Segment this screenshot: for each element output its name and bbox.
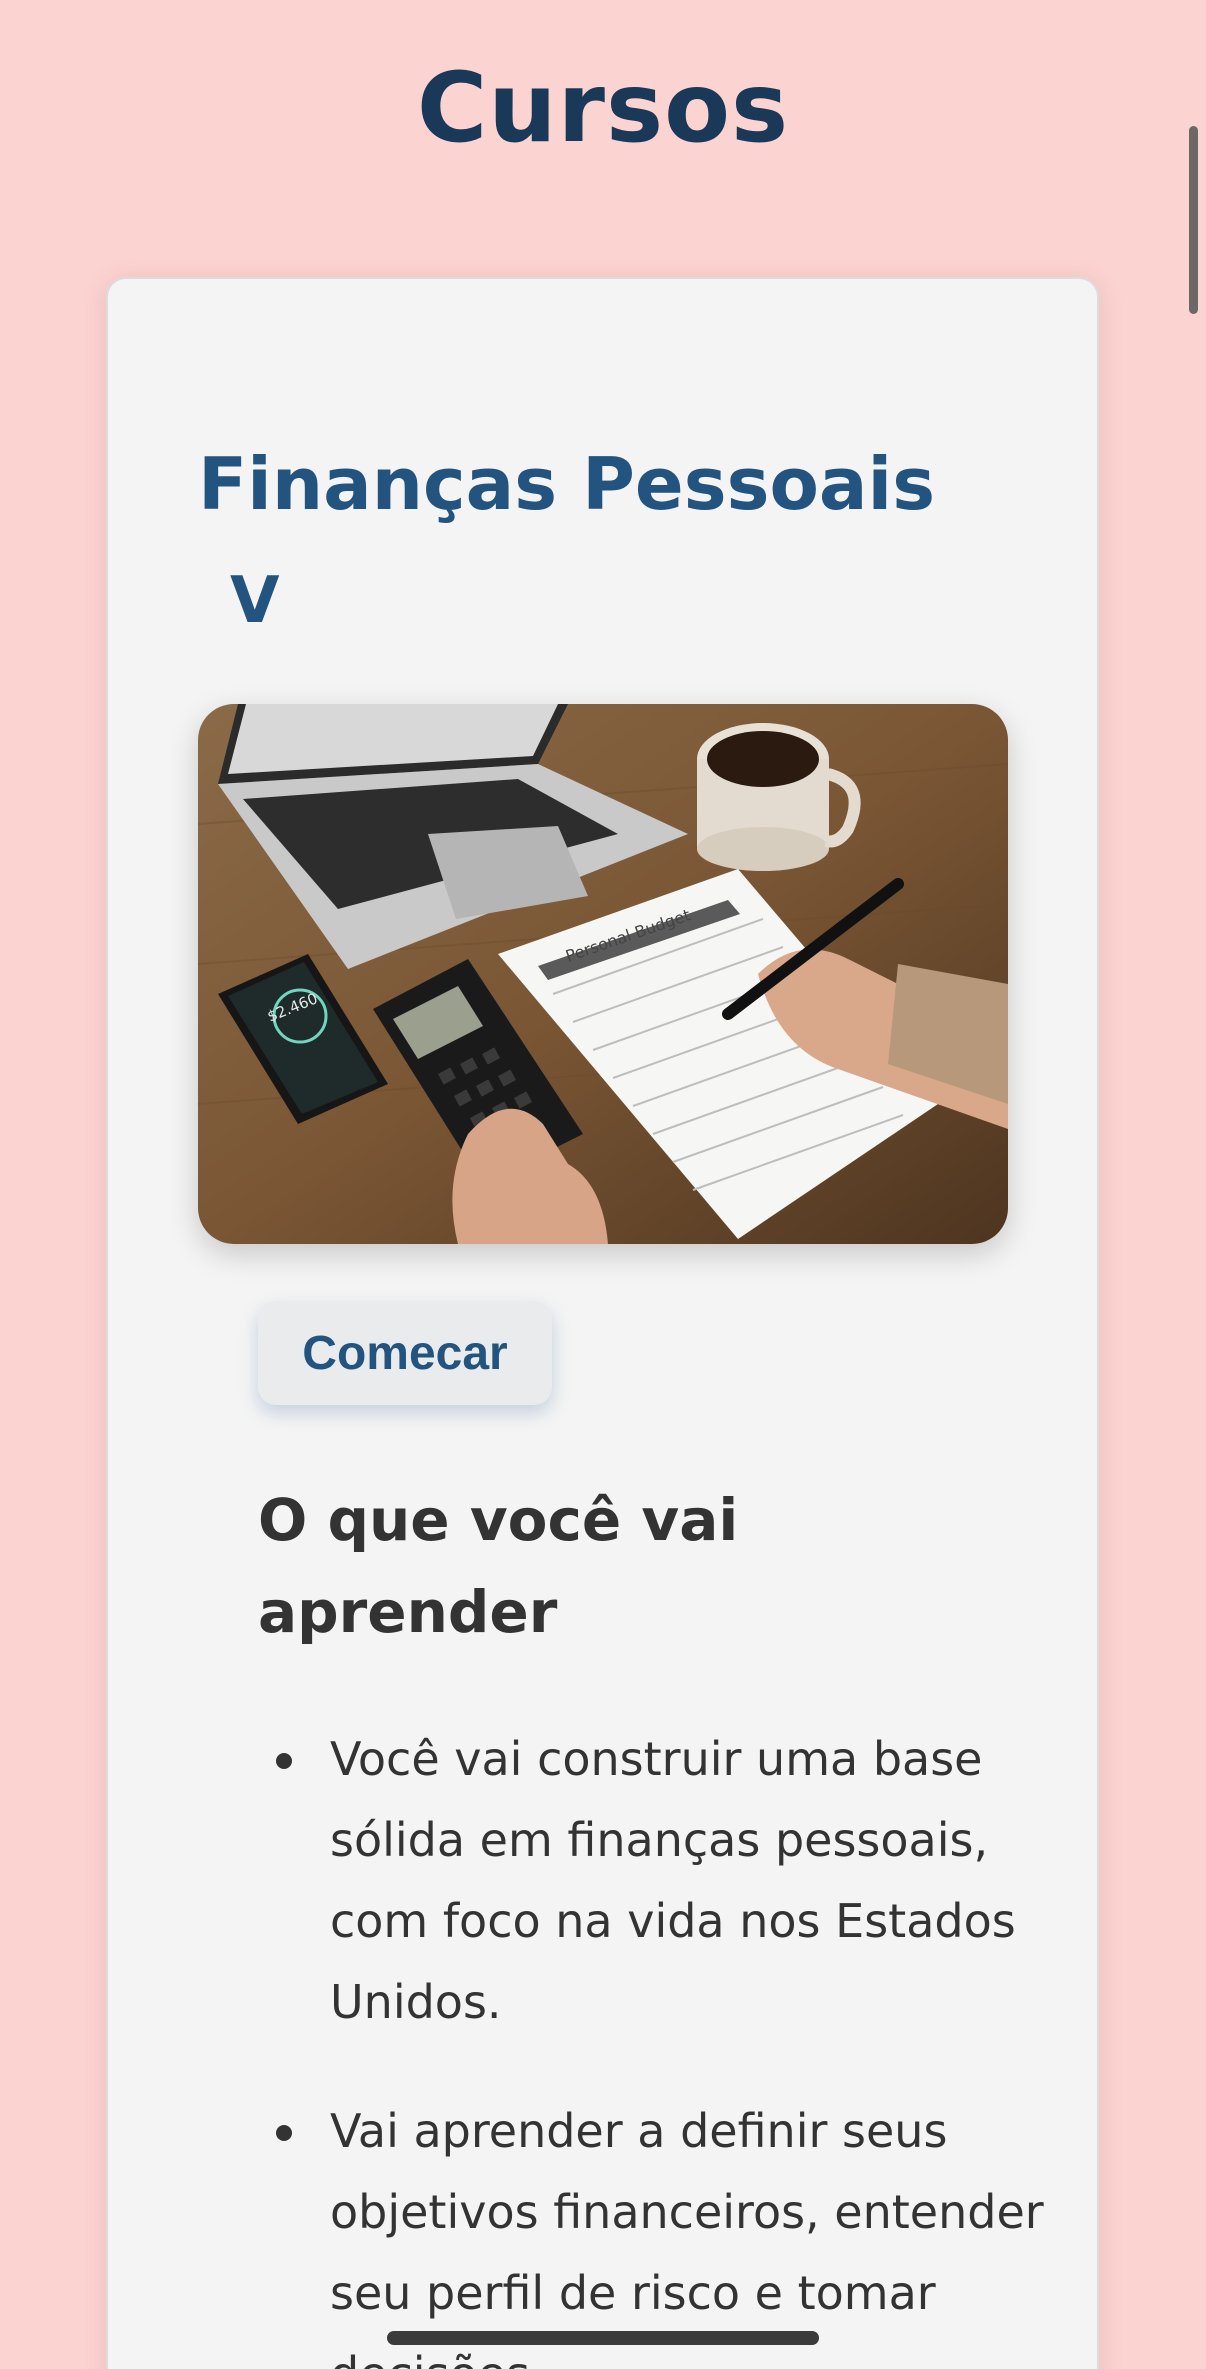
learn-heading: O que você vai aprender — [258, 1486, 739, 1646]
course-card: Finanças Pessoais V Personal Budget $2.4… — [106, 277, 1099, 2369]
bullet-icon — [276, 2125, 292, 2141]
list-item: Vai aprender a definir seus objetivos fi… — [258, 2091, 1058, 2369]
course-image: Personal Budget $2.460 — [198, 704, 1008, 1244]
page: Cursos Finanças Pessoais V Personal Budg… — [0, 0, 1206, 2369]
page-title: Cursos — [416, 52, 790, 164]
start-button[interactable]: Comecar — [258, 1301, 552, 1405]
expand-toggle[interactable]: V — [230, 564, 280, 638]
scrollbar[interactable] — [1189, 126, 1198, 314]
learn-list: Você vai construir uma base sólida em fi… — [258, 1719, 1058, 2369]
list-item: Você vai construir uma base sólida em fi… — [258, 1719, 1058, 2043]
list-item-text: Você vai construir uma base sólida em fi… — [330, 1732, 1016, 2029]
course-title: Finanças Pessoais — [198, 442, 936, 526]
home-indicator[interactable] — [387, 2331, 819, 2345]
list-item-text: Vai aprender a definir seus objetivos fi… — [330, 2104, 1044, 2369]
bullet-icon — [276, 1753, 292, 1769]
